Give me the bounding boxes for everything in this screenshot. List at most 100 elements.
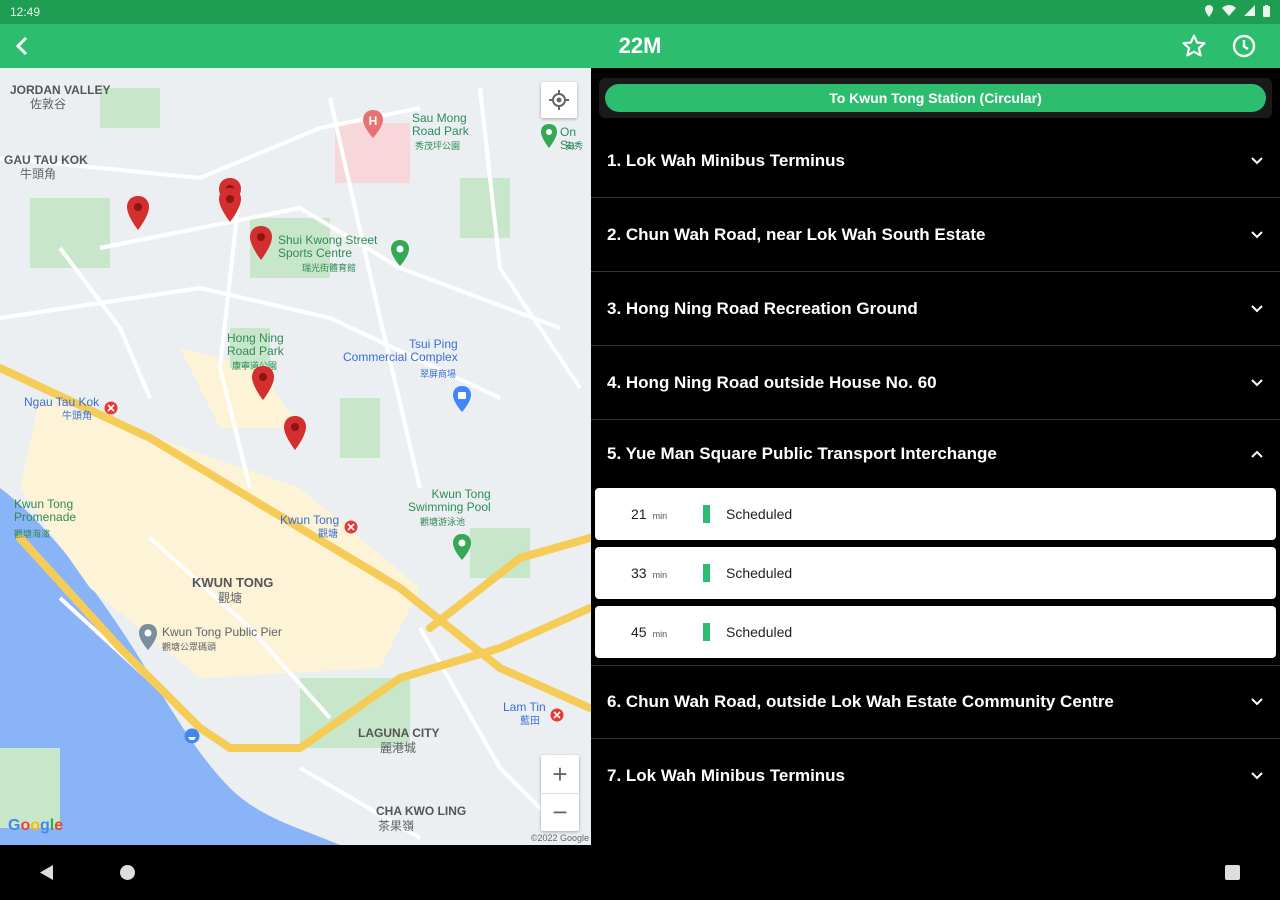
shopping-pin-icon xyxy=(453,386,471,412)
eta-minutes: 33 xyxy=(631,565,647,581)
direction-selector: To Kwun Tong Station (Circular) xyxy=(599,78,1272,118)
stop-item-expanded[interactable]: 5. Yue Man Square Public Transport Inter… xyxy=(591,420,1280,488)
eta-status: Scheduled xyxy=(726,624,793,640)
status-bar: 12:49 xyxy=(0,0,1280,24)
map-label: 牛頭角 xyxy=(62,411,92,422)
eta-minutes: 21 xyxy=(631,506,647,522)
chevron-down-icon xyxy=(1251,156,1263,164)
stop-label: 7. Lok Wah Minibus Terminus xyxy=(607,766,846,785)
zoom-out-button[interactable]: − xyxy=(541,793,579,831)
eta-status: Scheduled xyxy=(726,565,793,581)
back-button[interactable] xyxy=(0,24,44,68)
mtr-icon xyxy=(104,401,118,415)
pier-pin-icon xyxy=(139,624,157,650)
stop-pin-icon[interactable] xyxy=(126,196,150,230)
stop-label: 4. Hong Ning Road outside House No. 60 xyxy=(607,372,937,392)
route-title: 22M xyxy=(618,33,662,58)
stop-pin-icon[interactable] xyxy=(218,188,242,222)
stop-pin-icon[interactable] xyxy=(251,366,275,400)
map-copyright: ©2022 Google xyxy=(530,833,589,843)
map-label: Shui Kwong Street Sports Centre xyxy=(278,233,378,260)
chevron-down-icon xyxy=(1251,304,1263,312)
map-base xyxy=(0,87,591,845)
nav-home-icon[interactable] xyxy=(120,865,135,880)
status-time: 12:49 xyxy=(10,5,41,19)
zoom-in-button[interactable]: + xyxy=(541,755,579,793)
my-location-button[interactable] xyxy=(541,82,577,118)
map-label: 藍田 xyxy=(520,716,540,727)
wifi-icon xyxy=(1222,5,1236,19)
map-label: 觀塘 xyxy=(318,529,338,540)
route-map[interactable]: JORDAN VALLEY 佐敦谷 GAU TAU KOK 牛頭角 Sau Mo… xyxy=(0,68,591,845)
map-label: GAU TAU KOK xyxy=(4,153,88,167)
signal-icon xyxy=(1244,5,1255,19)
app-bar: 22M xyxy=(0,24,1280,68)
map-label: Hong Ning Road Park xyxy=(227,331,284,358)
schedule-button[interactable] xyxy=(1222,24,1266,68)
sports-centre-pin-icon xyxy=(391,240,409,266)
map-label: Lam Tin xyxy=(503,700,546,714)
google-logo: Google xyxy=(8,817,64,834)
map-label: Tsui Ping Commercial Complex xyxy=(343,337,458,364)
arrow-left-icon xyxy=(15,36,28,56)
stop-label: 3. Hong Ning Road Recreation Ground xyxy=(607,298,918,318)
eta-row: 33 min Scheduled xyxy=(595,547,1276,599)
pool-pin-icon xyxy=(453,534,471,560)
ferry-icon xyxy=(184,728,200,744)
stop-item[interactable]: 7. Lok Wah Minibus Terminus xyxy=(591,739,1280,813)
stop-label: 1. Lok Wah Minibus Terminus xyxy=(607,150,846,170)
stop-pin-icon[interactable] xyxy=(249,226,273,260)
eta-row: 21 min Scheduled xyxy=(595,488,1276,540)
stop-item[interactable]: 2. Chun Wah Road, near Lok Wah South Est… xyxy=(591,198,1280,272)
chevron-down-icon xyxy=(1251,230,1263,238)
stop-pin-icon[interactable] xyxy=(283,416,307,450)
map-label: Kwun Tong Swimming Pool xyxy=(408,487,491,514)
chevron-down-icon xyxy=(1251,698,1263,706)
stop-label: 5. Yue Man Square Public Transport Inter… xyxy=(607,444,997,463)
mtr-icon xyxy=(344,520,358,534)
map-label: Sau Mong Road Park xyxy=(412,111,469,138)
map-label: 牛頭角 xyxy=(20,167,57,181)
chevron-down-icon xyxy=(1251,378,1263,386)
map-label: JORDAN VALLEY xyxy=(10,83,111,97)
map-label: 觀塘公眾碼頭 xyxy=(162,642,217,652)
eta-status: Scheduled xyxy=(726,506,793,522)
status-indicator xyxy=(703,564,710,582)
my-location-icon xyxy=(549,90,569,110)
nav-back-icon[interactable] xyxy=(40,865,54,880)
stop-item[interactable]: 6. Chun Wah Road, outside Lok Wah Estate… xyxy=(591,665,1280,739)
map-label: 佐敦谷 xyxy=(30,97,67,111)
stop-item[interactable]: 1. Lok Wah Minibus Terminus xyxy=(591,124,1280,198)
map-label: 麗港城 xyxy=(380,741,417,755)
stop-list-panel: To Kwun Tong Station (Circular) 1. Lok W… xyxy=(591,68,1280,845)
eta-unit: min xyxy=(652,629,668,639)
status-indicator xyxy=(703,505,710,523)
hospital-icon: H xyxy=(363,110,383,138)
eta-minutes: 45 xyxy=(631,624,647,640)
eta-row: 45 min Scheduled xyxy=(595,606,1276,658)
stop-label: 6. Chun Wah Road, outside Lok Wah Estate… xyxy=(607,692,1114,711)
system-nav-bar xyxy=(0,845,1280,900)
map-label: 安秀 xyxy=(565,141,584,151)
direction-button[interactable]: To Kwun Tong Station (Circular) xyxy=(605,84,1266,112)
stop-item[interactable]: 4. Hong Ning Road outside House No. 60 xyxy=(591,346,1280,420)
map-label: 瑞光街體育館 xyxy=(302,263,357,273)
map-label: CHA KWO LING xyxy=(376,804,467,818)
mtr-icon xyxy=(550,708,564,722)
map-label: Kwun Tong xyxy=(280,513,340,527)
favorite-button[interactable] xyxy=(1172,24,1216,68)
map-label: 茶果嶺 xyxy=(378,819,415,833)
map-label: KWUN TONG xyxy=(192,575,274,590)
map-label: 秀茂坪公園 xyxy=(415,141,461,151)
eta-unit: min xyxy=(652,570,668,580)
eta-list: 21 min Scheduled 33 min Scheduled 45 min Sc… xyxy=(591,488,1280,658)
eta-unit: min xyxy=(652,511,668,521)
map-label: 觀塘游泳池 xyxy=(420,517,466,527)
clock-icon xyxy=(1232,34,1256,58)
battery-icon xyxy=(1263,4,1270,20)
chevron-up-icon xyxy=(1251,450,1263,458)
nav-recents-icon[interactable] xyxy=(1225,865,1240,880)
map-label: 觀塘 xyxy=(218,591,243,605)
stop-label: 2. Chun Wah Road, near Lok Wah South Est… xyxy=(607,224,986,244)
stop-item[interactable]: 3. Hong Ning Road Recreation Ground xyxy=(591,272,1280,346)
